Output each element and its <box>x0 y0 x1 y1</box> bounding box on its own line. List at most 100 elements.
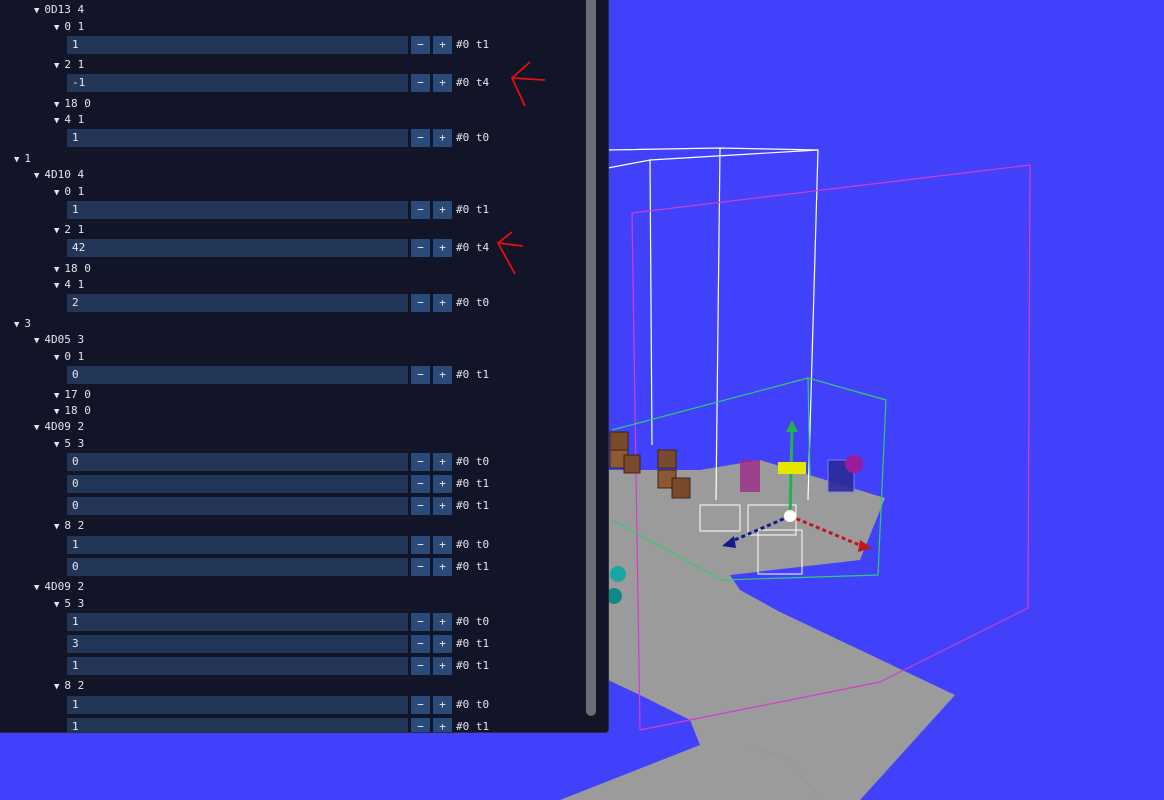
tree-node-label: 4D09 2 <box>44 580 85 593</box>
expand-arrow-icon[interactable]: ▼ <box>54 116 59 126</box>
value-suffix: #0 t0 <box>456 296 490 309</box>
tree-node[interactable]: ▼ 8 2 <box>54 519 84 534</box>
tree-node[interactable]: ▼ 0 1 <box>54 20 84 35</box>
tree-node[interactable]: ▼ 4D09 2 <box>34 420 84 435</box>
tree-node-label: 18 0 <box>64 97 91 110</box>
decrement-button[interactable]: − <box>411 36 430 54</box>
value-input[interactable]: 1 <box>67 36 408 54</box>
tree-node[interactable]: ▼ 18 0 <box>54 262 91 277</box>
decrement-button[interactable]: − <box>411 239 430 257</box>
value-input[interactable]: 0 <box>67 475 408 493</box>
increment-button[interactable]: + <box>433 201 452 219</box>
tree-node[interactable]: ▼ 2 1 <box>54 58 84 73</box>
value-input[interactable]: 42 <box>67 239 408 257</box>
value-input[interactable]: 1 <box>67 536 408 554</box>
panel-scrollbar[interactable] <box>586 0 596 716</box>
expand-arrow-icon[interactable]: ▼ <box>54 600 59 610</box>
tree-node[interactable]: ▼ 18 0 <box>54 404 91 419</box>
increment-button[interactable]: + <box>433 613 452 631</box>
value-input[interactable]: 0 <box>67 366 408 384</box>
decrement-button[interactable]: − <box>411 475 430 493</box>
expand-arrow-icon[interactable]: ▼ <box>54 226 59 236</box>
expand-arrow-icon[interactable]: ▼ <box>54 265 59 275</box>
increment-button[interactable]: + <box>433 657 452 675</box>
increment-button[interactable]: + <box>433 558 452 576</box>
value-input[interactable]: 1 <box>67 613 408 631</box>
increment-button[interactable]: + <box>433 718 452 732</box>
increment-button[interactable]: + <box>433 536 452 554</box>
increment-button[interactable]: + <box>433 74 452 92</box>
increment-button[interactable]: + <box>433 453 452 471</box>
increment-button[interactable]: + <box>433 635 452 653</box>
increment-button[interactable]: + <box>433 294 452 312</box>
value-input[interactable]: 1 <box>67 129 408 147</box>
value-input[interactable]: 2 <box>67 294 408 312</box>
expand-arrow-icon[interactable]: ▼ <box>34 6 39 16</box>
tree-node[interactable]: ▼ 18 0 <box>54 97 91 112</box>
value-input[interactable]: 0 <box>67 453 408 471</box>
tree-node[interactable]: ▼ 4 1 <box>54 113 84 128</box>
increment-button[interactable]: + <box>433 366 452 384</box>
tree-node[interactable]: ▼ 0 1 <box>54 185 84 200</box>
increment-button[interactable]: + <box>433 696 452 714</box>
tree-node[interactable]: ▼ 8 2 <box>54 679 84 694</box>
increment-button[interactable]: + <box>433 475 452 493</box>
value-input[interactable]: 1 <box>67 201 408 219</box>
expand-arrow-icon[interactable]: ▼ <box>14 155 19 165</box>
value-input[interactable]: -1 <box>67 74 408 92</box>
decrement-button[interactable]: − <box>411 558 430 576</box>
tree-node[interactable]: ▼ 4 1 <box>54 278 84 293</box>
decrement-button[interactable]: − <box>411 718 430 732</box>
decrement-button[interactable]: − <box>411 657 430 675</box>
expand-arrow-icon[interactable]: ▼ <box>54 353 59 363</box>
expand-arrow-icon[interactable]: ▼ <box>54 100 59 110</box>
expand-arrow-icon[interactable]: ▼ <box>54 61 59 71</box>
decrement-button[interactable]: − <box>411 129 430 147</box>
decrement-button[interactable]: − <box>411 497 430 515</box>
decrement-button[interactable]: − <box>411 201 430 219</box>
value-suffix: #0 t0 <box>456 698 490 711</box>
decrement-button[interactable]: − <box>411 536 430 554</box>
value-input[interactable]: 1 <box>67 657 408 675</box>
expand-arrow-icon[interactable]: ▼ <box>34 336 39 346</box>
expand-arrow-icon[interactable]: ▼ <box>54 440 59 450</box>
tree-node[interactable]: ▼ 4D05 3 <box>34 333 84 348</box>
tree-node[interactable]: ▼ 3 <box>14 317 31 332</box>
expand-arrow-icon[interactable]: ▼ <box>54 188 59 198</box>
expand-arrow-icon[interactable]: ▼ <box>34 583 39 593</box>
value-input[interactable]: 0 <box>67 558 408 576</box>
decrement-button[interactable]: − <box>411 613 430 631</box>
tree-node[interactable]: ▼ 1 <box>14 152 31 167</box>
increment-button[interactable]: + <box>433 239 452 257</box>
tree-node[interactable]: ▼ 4D10 4 <box>34 168 84 183</box>
tree-node[interactable]: ▼ 17 0 <box>54 388 91 403</box>
expand-arrow-icon[interactable]: ▼ <box>54 23 59 33</box>
tree-node[interactable]: ▼ 2 1 <box>54 223 84 238</box>
expand-arrow-icon[interactable]: ▼ <box>34 171 39 181</box>
decrement-button[interactable]: − <box>411 74 430 92</box>
expand-arrow-icon[interactable]: ▼ <box>54 281 59 291</box>
decrement-button[interactable]: − <box>411 696 430 714</box>
value-input[interactable]: 1 <box>67 718 408 732</box>
decrement-button[interactable]: − <box>411 453 430 471</box>
decrement-button[interactable]: − <box>411 635 430 653</box>
decrement-button[interactable]: − <box>411 366 430 384</box>
expand-arrow-icon[interactable]: ▼ <box>34 423 39 433</box>
tree-node[interactable]: ▼ 0D13 4 <box>34 3 84 18</box>
tree-node[interactable]: ▼ 5 3 <box>54 597 84 612</box>
value-input[interactable]: 3 <box>67 635 408 653</box>
decrement-button[interactable]: − <box>411 294 430 312</box>
value-input[interactable]: 0 <box>67 497 408 515</box>
expand-arrow-icon[interactable]: ▼ <box>14 320 19 330</box>
expand-arrow-icon[interactable]: ▼ <box>54 522 59 532</box>
tree-node[interactable]: ▼ 5 3 <box>54 437 84 452</box>
increment-button[interactable]: + <box>433 36 452 54</box>
tree-node[interactable]: ▼ 0 1 <box>54 350 84 365</box>
expand-arrow-icon[interactable]: ▼ <box>54 391 59 401</box>
increment-button[interactable]: + <box>433 497 452 515</box>
increment-button[interactable]: + <box>433 129 452 147</box>
expand-arrow-icon[interactable]: ▼ <box>54 407 59 417</box>
value-input[interactable]: 1 <box>67 696 408 714</box>
expand-arrow-icon[interactable]: ▼ <box>54 682 59 692</box>
tree-node[interactable]: ▼ 4D09 2 <box>34 580 84 595</box>
